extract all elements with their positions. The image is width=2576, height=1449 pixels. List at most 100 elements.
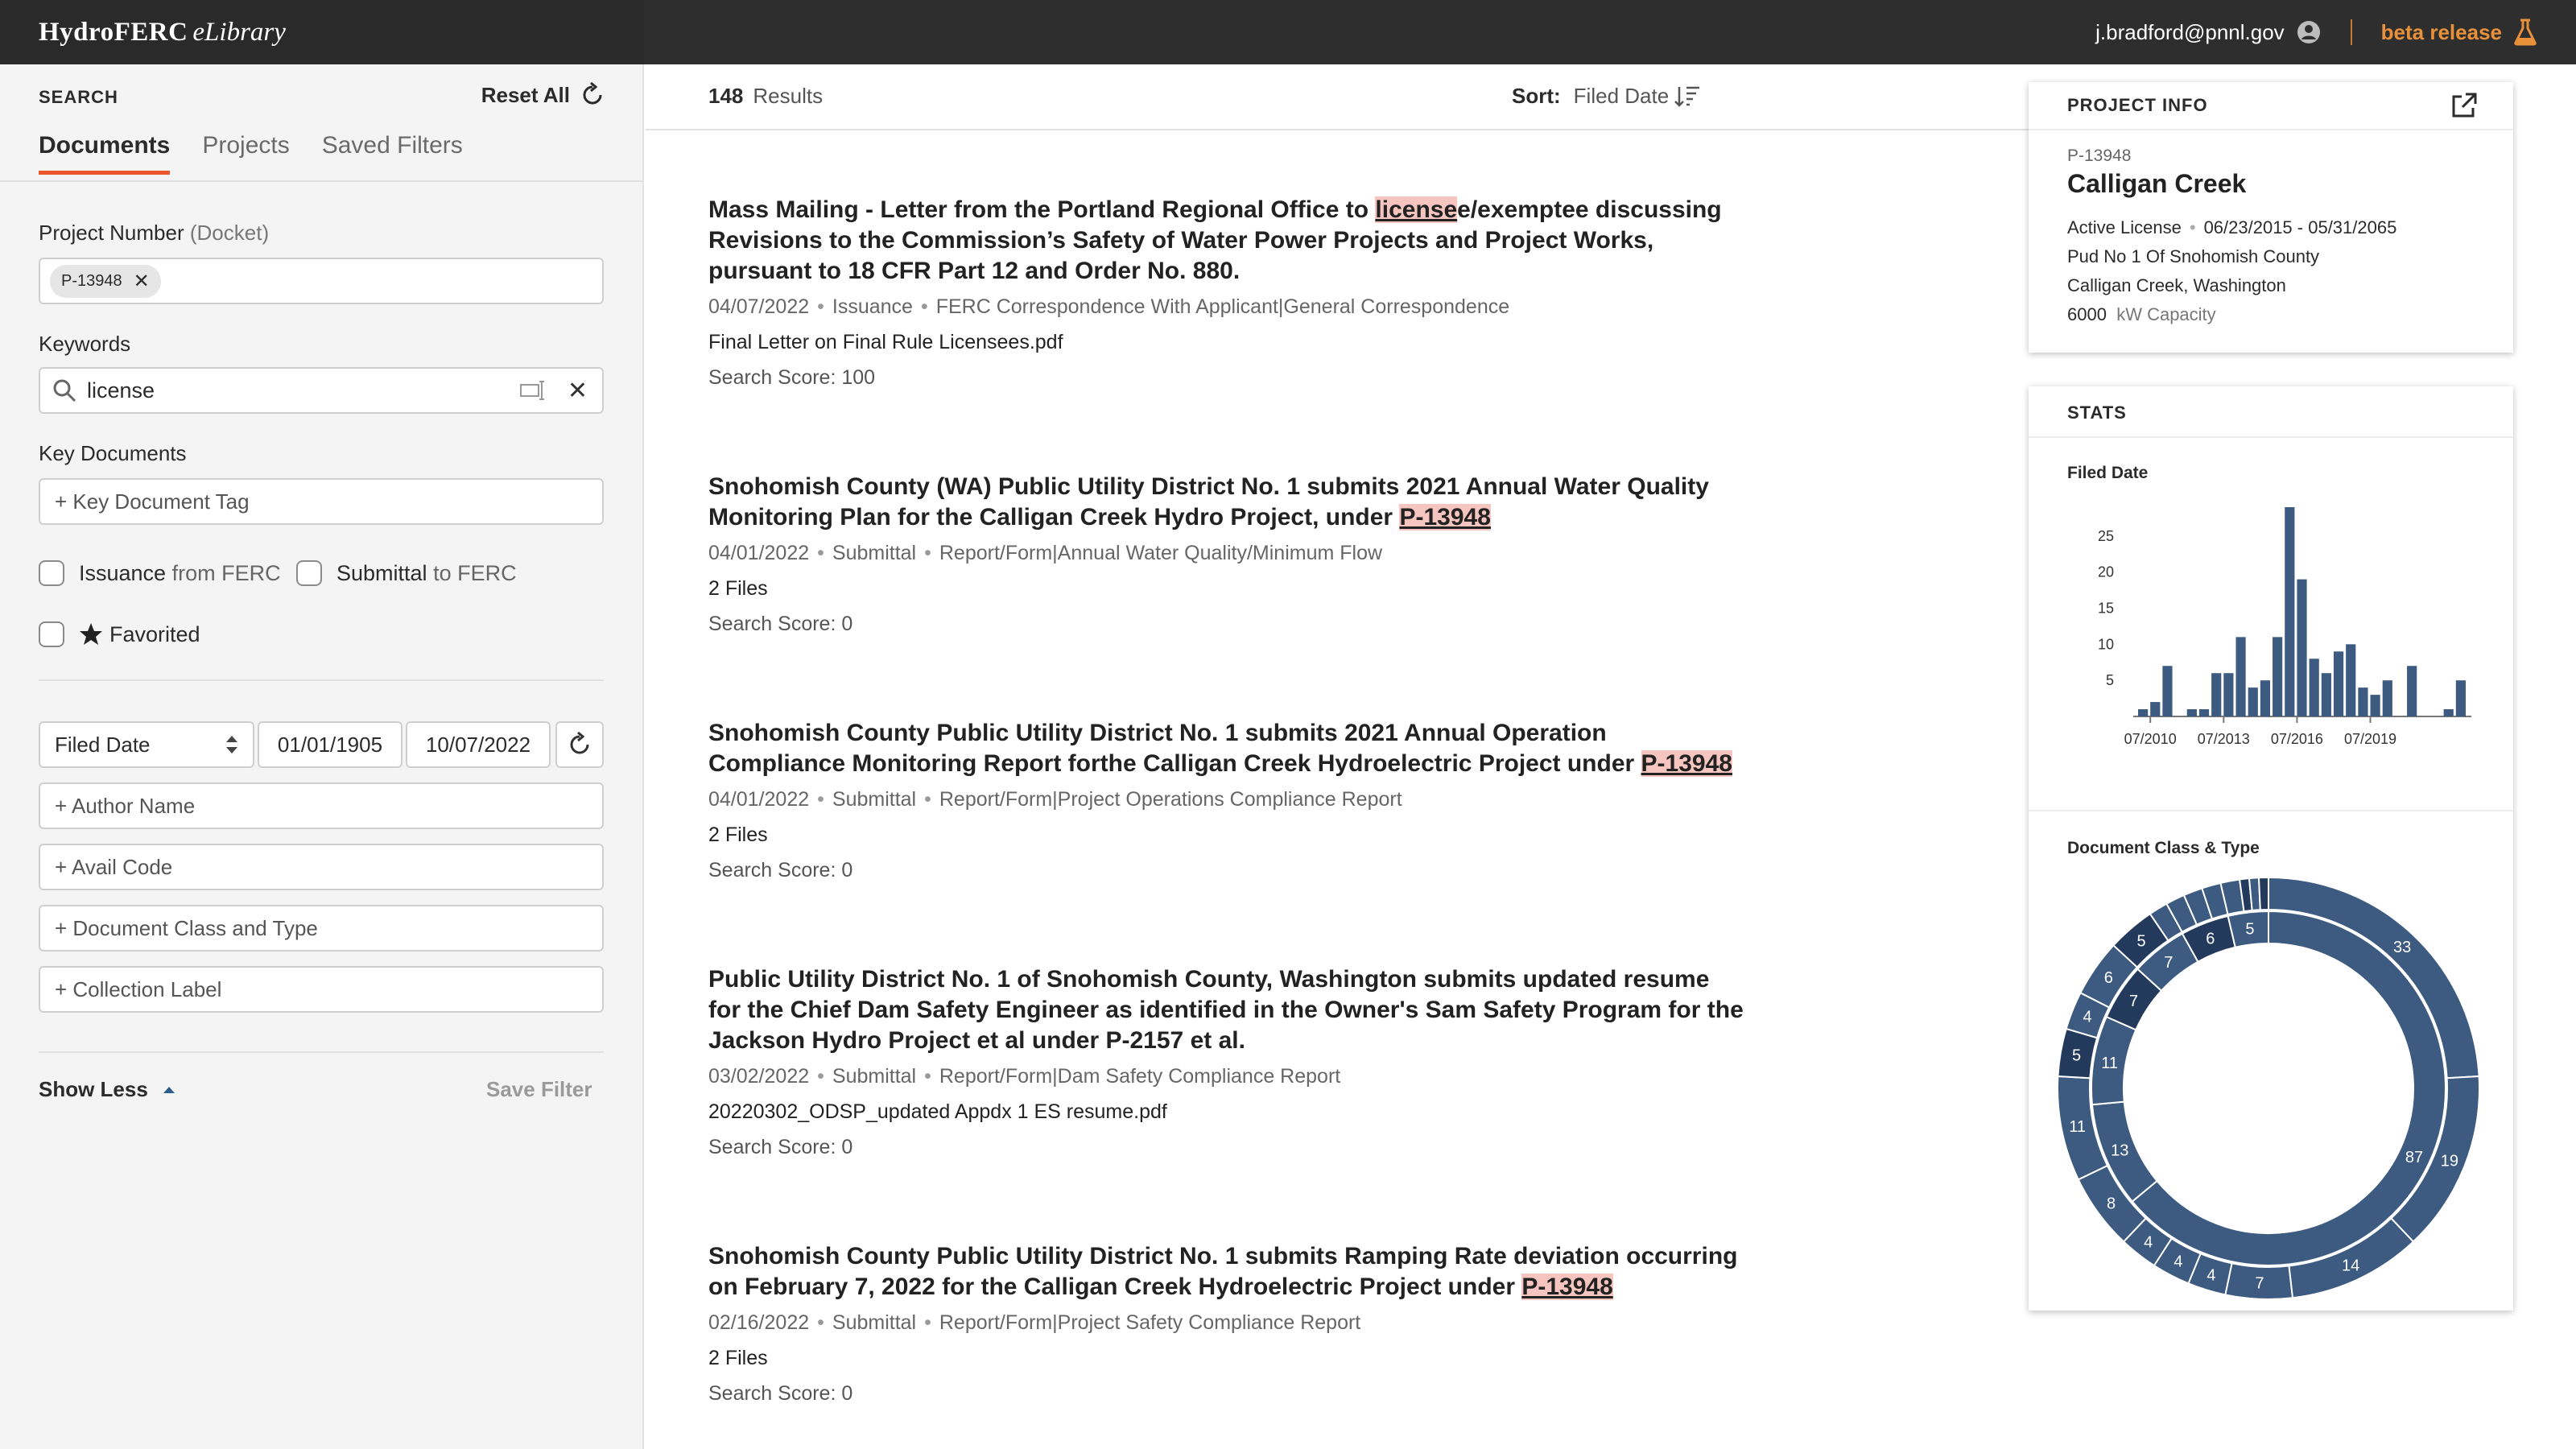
inner-ring-label: 7 <box>2164 954 2173 972</box>
reset-all-label: Reset All <box>481 82 570 107</box>
bar[interactable] <box>2358 687 2368 716</box>
user-account-icon[interactable] <box>2296 19 2322 45</box>
sort-control[interactable]: Sort: Filed Date <box>1512 84 1701 109</box>
bar[interactable] <box>2346 644 2356 716</box>
result-files-count[interactable]: 2 Files <box>708 821 1747 848</box>
bar[interactable] <box>2138 709 2149 716</box>
x-tick-label: 07/2010 <box>2124 731 2177 747</box>
result-score: Search Score: 0 <box>708 859 853 881</box>
result-title[interactable]: Snohomish County (WA) Public Utility Dis… <box>708 472 1747 533</box>
outer-ring-segment[interactable] <box>2257 876 2269 911</box>
project-name[interactable]: Calligan Creek <box>2067 169 2246 199</box>
bar[interactable] <box>2235 637 2246 716</box>
app-logo[interactable]: HydroFERC eLibrary <box>0 0 644 64</box>
date-from-input[interactable]: 01/01/1905 <box>258 721 402 768</box>
bar[interactable] <box>2162 666 2173 716</box>
date-to-input[interactable]: 10/07/2022 <box>406 721 551 768</box>
bar[interactable] <box>2285 507 2295 716</box>
text-format-icon[interactable] <box>519 380 547 401</box>
bar[interactable] <box>2198 709 2210 716</box>
bar[interactable] <box>2455 680 2466 716</box>
tab-documents[interactable]: Documents <box>39 132 171 175</box>
keywords-input[interactable]: license <box>87 378 519 403</box>
result-title[interactable]: Public Utility District No. 1 of Snohomi… <box>708 964 1747 1056</box>
submittal-checkbox-row[interactable]: Submittal to FERC <box>296 560 517 586</box>
brand-subtitle: eLibrary <box>192 17 286 47</box>
beta-release-label[interactable]: beta release <box>2381 20 2502 45</box>
result-files-count[interactable]: 2 Files <box>708 1344 1747 1372</box>
bar[interactable] <box>2333 651 2344 716</box>
license-line: Active License • 06/23/2015 - 05/31/2065 <box>2067 217 2397 237</box>
issuance-checkbox-row[interactable]: Issuance from FERC <box>39 560 281 586</box>
project-chip-label: P-13948 <box>61 271 122 290</box>
reset-all-button[interactable]: Reset All <box>481 82 605 108</box>
submittal-checkbox[interactable] <box>296 560 322 586</box>
date-field-select[interactable]: Filed Date <box>39 721 254 768</box>
author-name-input[interactable]: + Author Name <box>39 782 604 829</box>
keywords-field[interactable]: license ✕ <box>39 367 604 414</box>
bar[interactable] <box>2297 579 2307 716</box>
tab-saved-filters[interactable]: Saved Filters <box>322 132 463 175</box>
results-count-label: Results <box>753 84 824 108</box>
result-file-link[interactable]: 20220302_ODSP_updated Appdx 1 ES resume.… <box>708 1098 1747 1125</box>
result-item[interactable]: Snohomish County Public Utility District… <box>708 1241 1747 1407</box>
key-document-tag-input[interactable]: + Key Document Tag <box>39 478 604 525</box>
result-title-highlight: license <box>1375 196 1458 223</box>
result-file-link[interactable]: Final Letter on Final Rule Licensees.pdf <box>708 328 1747 356</box>
bar[interactable] <box>2407 666 2417 716</box>
filed-date-chart-title: Filed Date <box>2067 464 2149 482</box>
bar[interactable] <box>2370 695 2380 716</box>
bar[interactable] <box>2260 680 2271 716</box>
external-link-icon[interactable] <box>2450 92 2478 119</box>
show-less-button[interactable]: Show Less <box>39 1077 177 1102</box>
bar[interactable] <box>2443 709 2454 716</box>
user-email[interactable]: j.bradford@pnnl.gov <box>2095 20 2285 45</box>
favorited-checkbox[interactable] <box>39 621 64 647</box>
result-title[interactable]: Snohomish County Public Utility District… <box>708 718 1747 779</box>
inner-ring-label: 11 <box>2101 1055 2118 1072</box>
result-title-text: Snohomish County (WA) Public Utility Dis… <box>708 473 1709 530</box>
bar[interactable] <box>2309 658 2319 716</box>
project-number-field[interactable]: P-13948 ✕ <box>39 258 604 304</box>
issuance-checkbox[interactable] <box>39 560 64 586</box>
search-heading: SEARCH <box>39 87 118 107</box>
results-count-value: 148 <box>708 84 744 108</box>
bar[interactable] <box>2211 673 2222 716</box>
collection-label-input[interactable]: + Collection Label <box>39 966 604 1013</box>
result-item[interactable]: Mass Mailing - Letter from the Portland … <box>708 195 1747 391</box>
avail-code-placeholder: + Avail Code <box>55 854 173 879</box>
bar[interactable] <box>2150 702 2161 716</box>
save-filter-button[interactable]: Save Filter <box>486 1077 592 1102</box>
result-item[interactable]: Snohomish County Public Utility District… <box>708 718 1747 884</box>
result-item[interactable]: Public Utility District No. 1 of Snohomi… <box>708 964 1747 1161</box>
result-item[interactable]: Snohomish County (WA) Public Utility Dis… <box>708 472 1747 638</box>
favorited-checkbox-row[interactable]: Favorited <box>39 621 200 647</box>
outer-ring-label: 11 <box>2069 1118 2086 1136</box>
avail-code-input[interactable]: + Avail Code <box>39 844 604 890</box>
bar[interactable] <box>2186 709 2197 716</box>
project-number: P-13948 <box>2067 147 2132 165</box>
result-category: Issuance <box>832 295 913 318</box>
project-chip[interactable]: P-13948 ✕ <box>50 264 161 298</box>
clear-keywords-icon[interactable]: ✕ <box>568 377 588 405</box>
document-class-input[interactable]: + Document Class and Type <box>39 905 604 952</box>
result-title[interactable]: Snohomish County Public Utility District… <box>708 1241 1747 1302</box>
sort-value: Filed Date <box>1573 84 1670 108</box>
bar[interactable] <box>2248 687 2258 716</box>
issuance-hint: from FERC <box>171 560 281 585</box>
select-arrows-icon <box>226 736 237 753</box>
result-title-text: Public Utility District No. 1 of Snohomi… <box>708 966 1744 1054</box>
bar[interactable] <box>2273 637 2283 716</box>
bar[interactable] <box>2223 673 2234 716</box>
results-count: 148 Results <box>708 84 823 109</box>
result-title[interactable]: Mass Mailing - Letter from the Portland … <box>708 195 1747 287</box>
result-files-count[interactable]: 2 Files <box>708 575 1747 602</box>
tab-projects[interactable]: Projects <box>202 132 289 175</box>
bar[interactable] <box>2321 673 2331 716</box>
chip-remove-icon[interactable]: ✕ <box>134 270 150 293</box>
reset-date-button[interactable] <box>555 721 604 768</box>
result-title-highlight: P-13948 <box>1641 750 1732 777</box>
search-icon <box>53 379 76 402</box>
bar[interactable] <box>2382 680 2392 716</box>
y-tick-label: 25 <box>2098 528 2114 544</box>
